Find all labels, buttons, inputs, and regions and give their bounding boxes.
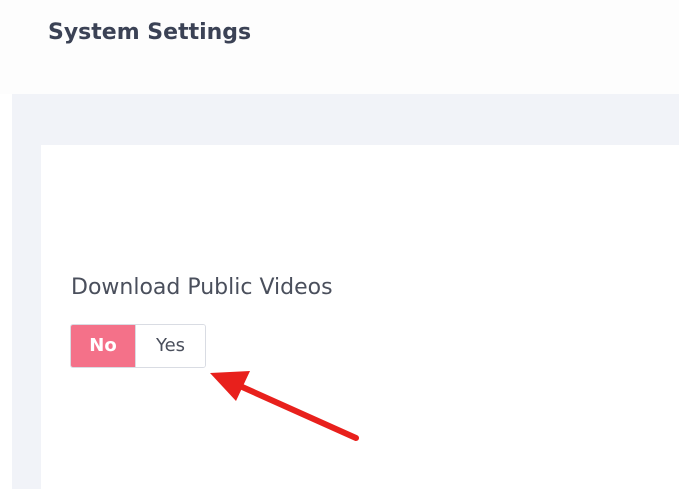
toggle-option-no[interactable]: No (71, 325, 135, 367)
page-title: System Settings (48, 20, 252, 45)
toggle-option-yes[interactable]: Yes (135, 325, 205, 367)
page-header: System Settings (0, 0, 679, 94)
download-public-videos-toggle[interactable]: No Yes (70, 324, 206, 368)
download-public-videos-label: Download Public Videos (71, 275, 333, 300)
settings-card (41, 145, 679, 489)
